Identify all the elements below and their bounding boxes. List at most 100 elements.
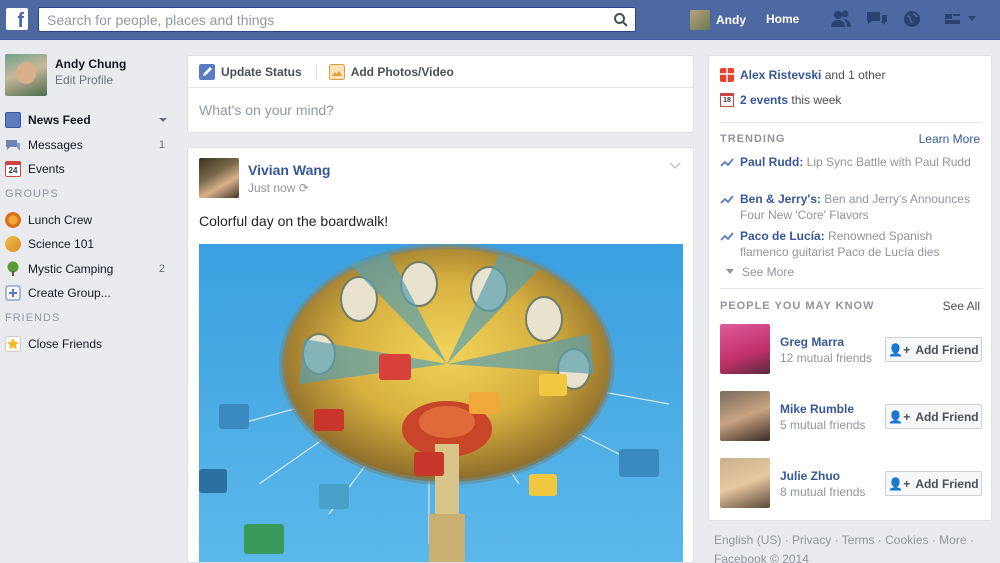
- status-composer: Update Status Add Photos/Video: [187, 55, 694, 133]
- chevron-down-icon: [726, 269, 734, 274]
- pymk-item: Julie Zhuo 8 mutual friends 👤+ Add Frien…: [720, 458, 982, 510]
- messages-icon: [6, 139, 20, 151]
- footer-links[interactable]: English (US) · Privacy · Terms · Cookies…: [714, 531, 994, 550]
- person-name[interactable]: Julie Zhuo: [780, 469, 840, 483]
- tab-label: Add Photos/Video: [350, 64, 454, 79]
- groups-header: GROUPS: [5, 187, 59, 200]
- post-author[interactable]: Vivian Wang: [248, 162, 330, 178]
- avatar[interactable]: [720, 458, 770, 508]
- sidebar-item-label: Close Friends: [28, 336, 103, 351]
- tab-add-photos-video[interactable]: Add Photos/Video: [328, 63, 454, 80]
- profile-name[interactable]: Andy Chung: [55, 57, 126, 71]
- trending-item[interactable]: Ben & Jerry's: Ben and Jerry's Announces…: [720, 191, 982, 223]
- plus-icon: [5, 285, 21, 301]
- divider: [720, 122, 982, 123]
- add-friend-button[interactable]: 👤+ Add Friend: [885, 471, 982, 496]
- person-name[interactable]: Mike Rumble: [780, 402, 854, 416]
- avatar[interactable]: [720, 391, 770, 441]
- sidebar-item-lunch-crew[interactable]: Lunch Crew: [5, 208, 177, 233]
- privacy-icon[interactable]: [944, 11, 962, 27]
- see-all-link[interactable]: See All: [943, 299, 980, 313]
- add-friend-icon: 👤+: [888, 476, 911, 491]
- avatar[interactable]: [720, 324, 770, 374]
- trending-item[interactable]: Paul Rudd: Lip Sync Battle with Paul Rud…: [720, 154, 982, 170]
- add-friend-icon: 👤+: [888, 342, 911, 357]
- composer-tabs: Update Status Add Photos/Video: [188, 56, 693, 88]
- account-menu[interactable]: [944, 11, 976, 27]
- globe-icon[interactable]: ⟳: [299, 181, 309, 195]
- copyright: Facebook © 2014: [714, 552, 809, 563]
- left-sidebar: Andy Chung Edit Profile News Feed Messag…: [0, 40, 185, 563]
- carousel-photo: [199, 244, 683, 562]
- facebook-logo[interactable]: f: [6, 8, 28, 30]
- star-icon: [5, 335, 21, 352]
- avatar[interactable]: [5, 54, 47, 96]
- add-friend-button[interactable]: 👤+ Add Friend: [885, 337, 982, 362]
- status-input[interactable]: [199, 102, 669, 118]
- globe-icon[interactable]: [902, 10, 922, 28]
- user-name: Andy: [716, 13, 746, 27]
- sidebar-item-close-friends[interactable]: Close Friends: [5, 332, 177, 357]
- friends-icon[interactable]: [830, 10, 852, 28]
- trending-icon: [720, 232, 734, 241]
- profile-link[interactable]: Andy: [690, 9, 746, 31]
- trending-title[interactable]: Paul Rudd:: [740, 155, 803, 169]
- trending-icon: [720, 195, 734, 204]
- mutual-friends[interactable]: 12 mutual friends: [780, 351, 872, 365]
- trending-item[interactable]: Paco de Lucía: Renowned Spanish flamenco…: [720, 228, 982, 260]
- home-link[interactable]: Home: [766, 12, 799, 26]
- sidebar-item-events[interactable]: 24 Events: [5, 157, 177, 182]
- tab-update-status[interactable]: Update Status: [199, 63, 302, 80]
- post-text: Colorful day on the boardwalk!: [199, 213, 389, 229]
- news-feed-icon: [5, 112, 21, 129]
- search-icon[interactable]: [613, 12, 629, 28]
- avatar: [690, 10, 710, 30]
- sidebar-item-create-group[interactable]: Create Group...: [5, 281, 177, 306]
- avatar[interactable]: [199, 158, 239, 198]
- sidebar-profile[interactable]: Andy Chung Edit Profile: [5, 54, 126, 96]
- sidebar-item-label: Science 101: [28, 237, 95, 252]
- add-friend-button[interactable]: 👤+ Add Friend: [885, 404, 982, 429]
- messages-icon[interactable]: [866, 10, 888, 28]
- mutual-friends[interactable]: 8 mutual friends: [780, 485, 865, 499]
- flask-icon: [5, 236, 21, 253]
- edit-profile-link[interactable]: Edit Profile: [55, 73, 126, 87]
- birthday-name[interactable]: Alex Ristevski: [740, 68, 821, 82]
- button-label: Add Friend: [915, 342, 979, 357]
- events-reminder[interactable]: 18 2 events this week: [720, 93, 841, 107]
- gift-icon: [720, 68, 734, 82]
- pencil-icon: [199, 63, 215, 80]
- trending-title[interactable]: Ben & Jerry's:: [740, 192, 821, 206]
- birthday-reminder[interactable]: Alex Ristevski and 1 other: [720, 68, 885, 82]
- events-count[interactable]: 2 events: [740, 93, 788, 107]
- pymk-item: Mike Rumble 5 mutual friends 👤+ Add Frie…: [720, 391, 982, 443]
- post-timestamp[interactable]: Just now: [248, 181, 295, 195]
- sidebar-item-science-101[interactable]: Science 101: [5, 232, 177, 257]
- sidebar-item-news-feed[interactable]: News Feed: [5, 108, 177, 133]
- mutual-friends[interactable]: 5 mutual friends: [780, 418, 865, 432]
- add-friend-icon: 👤+: [888, 409, 911, 424]
- search-box[interactable]: [38, 7, 636, 32]
- footer: English (US) · Privacy · Terms · Cookies…: [714, 531, 994, 563]
- see-more-button[interactable]: See More: [726, 265, 794, 279]
- tree-icon: [7, 261, 19, 276]
- divider: [315, 63, 317, 80]
- chevron-down-icon[interactable]: [159, 118, 167, 122]
- chevron-down-icon[interactable]: [968, 16, 976, 22]
- post-photo[interactable]: [199, 244, 683, 562]
- sidebar-item-label: Messages: [28, 137, 83, 152]
- sidebar-item-messages[interactable]: Messages 1: [5, 133, 177, 158]
- sidebar-item-label: News Feed: [28, 113, 91, 128]
- top-bar: f Andy Home: [0, 0, 1000, 40]
- sidebar-item-mystic-camping[interactable]: Mystic Camping 2: [5, 257, 177, 282]
- person-name[interactable]: Greg Marra: [780, 335, 844, 349]
- pymk-header: PEOPLE YOU MAY KNOW: [720, 300, 875, 312]
- search-input[interactable]: [39, 8, 599, 31]
- chevron-down-icon[interactable]: [669, 162, 681, 170]
- learn-more-link[interactable]: Learn More: [919, 132, 980, 146]
- divider: [720, 288, 982, 289]
- button-label: Add Friend: [915, 409, 979, 424]
- group-icon: [5, 211, 21, 228]
- trending-title[interactable]: Paco de Lucía:: [740, 229, 825, 243]
- sidebar-favorites: News Feed Messages 1 24 Events GROUPS Lu…: [5, 108, 177, 356]
